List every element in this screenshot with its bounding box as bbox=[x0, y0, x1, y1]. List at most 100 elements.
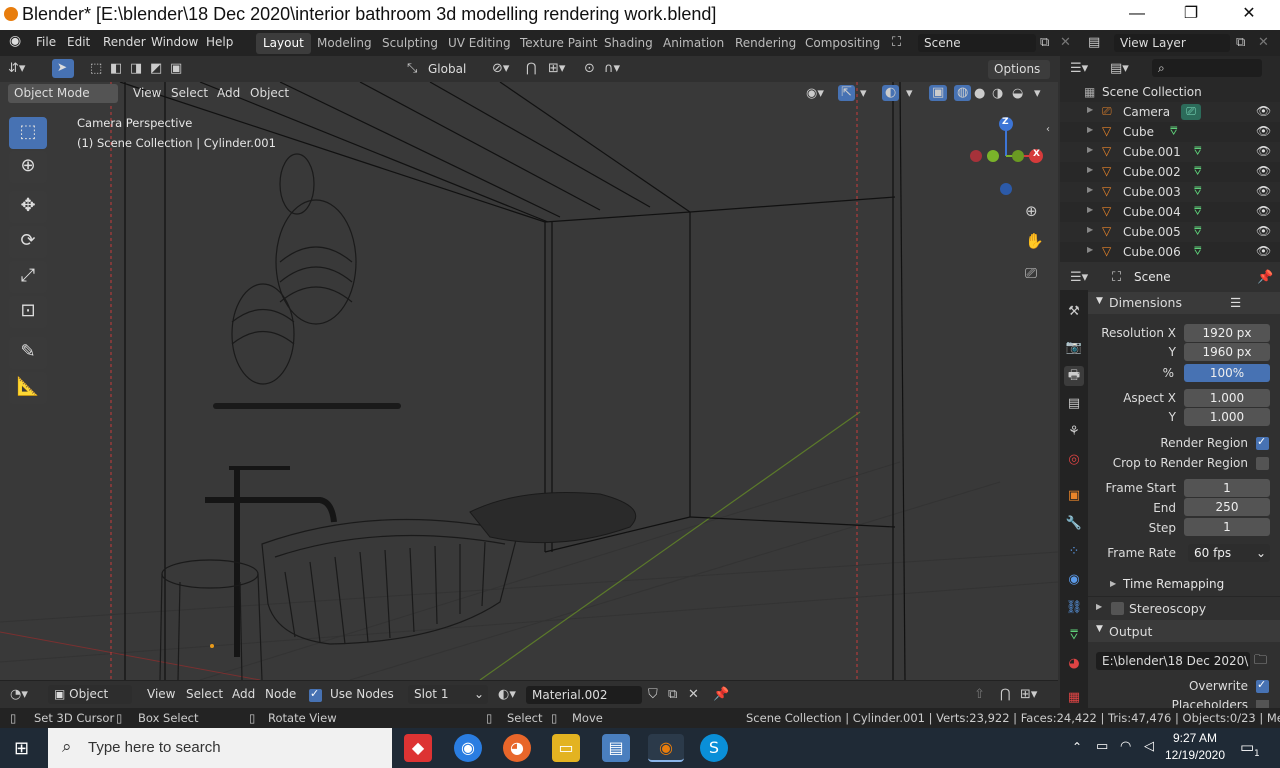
new-view-layer-icon[interactable]: ⧉ bbox=[1236, 35, 1245, 51]
overlays-toggle-icon[interactable]: ◐ bbox=[882, 85, 900, 101]
parent-node-tree-icon[interactable]: ⇧ bbox=[974, 687, 985, 703]
visibility-icon[interactable]: ◉▾ bbox=[806, 86, 824, 102]
eye-icon[interactable]: 👁 bbox=[1256, 244, 1271, 258]
navigation-gizmo[interactable]: Z X bbox=[962, 114, 1052, 204]
physics-tab-icon[interactable]: ◉ bbox=[1064, 570, 1084, 590]
output-tab-icon[interactable]: 🖶 bbox=[1064, 366, 1084, 386]
select-mode-extend-icon[interactable]: ◧ bbox=[110, 61, 122, 77]
rendered-shading-icon[interactable]: ◒ bbox=[1012, 86, 1023, 102]
clock-time[interactable]: 9:27 AM bbox=[1168, 731, 1222, 745]
pivot-point-icon[interactable]: ⊘▾ bbox=[492, 61, 509, 77]
chrome-app-icon[interactable]: ◉ bbox=[454, 734, 482, 762]
view-layer-icon[interactable]: ▤ bbox=[1088, 35, 1100, 51]
select-mode-new-icon[interactable]: ⬚ bbox=[90, 61, 102, 77]
presets-icon[interactable]: ☰ bbox=[1230, 295, 1241, 310]
aspect-x-field[interactable]: 1.000 bbox=[1184, 389, 1270, 407]
object-mode-dropdown[interactable]: Object Mode bbox=[8, 84, 118, 103]
scene-name-field[interactable]: Scene bbox=[918, 34, 1036, 52]
close-button[interactable]: ✕ bbox=[1226, 2, 1272, 28]
tab-modeling[interactable]: Modeling bbox=[310, 33, 379, 54]
eye-icon[interactable]: 👁 bbox=[1256, 204, 1271, 218]
pan-hand-icon[interactable]: ✋ bbox=[1025, 233, 1044, 249]
proportional-falloff-icon[interactable]: ∩▾ bbox=[604, 61, 620, 77]
expand-icon[interactable]: ▶ bbox=[1087, 225, 1093, 234]
outliner-row-cube-003[interactable]: ▶ ▽ Cube.003 ⩢ 👁 bbox=[1060, 182, 1280, 202]
stereoscopy-checkbox[interactable] bbox=[1111, 602, 1124, 615]
outliner-row-cube-005[interactable]: ▶ ▽ Cube.005 ⩢ 👁 bbox=[1060, 222, 1280, 242]
sidebar-toggle-icon[interactable]: ‹ bbox=[1046, 122, 1050, 138]
view-layer-field[interactable]: View Layer bbox=[1114, 34, 1230, 52]
crop-render-region-checkbox[interactable] bbox=[1256, 457, 1269, 470]
outliner-row-cube-002[interactable]: ▶ ▽ Cube.002 ⩢ 👁 bbox=[1060, 162, 1280, 182]
object-tab-icon[interactable]: ▣ bbox=[1064, 486, 1084, 506]
snap-toggle-icon[interactable]: ⋂ bbox=[526, 61, 537, 77]
show-hidden-icons-icon[interactable]: ⌃ bbox=[1072, 740, 1082, 754]
pin-icon[interactable]: 📌 bbox=[713, 687, 729, 703]
use-nodes-checkbox[interactable] bbox=[309, 687, 322, 702]
snap-icon[interactable]: ⋂ bbox=[1000, 687, 1011, 703]
viewport-menu-view[interactable]: View bbox=[133, 86, 161, 100]
duplicate-material-icon[interactable]: ⧉ bbox=[668, 687, 677, 703]
constraints-tab-icon[interactable]: ⛓ bbox=[1064, 598, 1084, 618]
render-region-checkbox[interactable] bbox=[1256, 435, 1269, 450]
move-tool[interactable]: ✥ bbox=[9, 191, 47, 223]
volume-icon[interactable]: ◁ bbox=[1144, 739, 1154, 754]
resolution-x-field[interactable]: 1920 px bbox=[1184, 324, 1270, 342]
expand-icon[interactable]: ▶ bbox=[1087, 145, 1093, 154]
tab-layout[interactable]: Layout bbox=[256, 33, 311, 54]
menu-edit[interactable]: Edit bbox=[67, 35, 90, 49]
expand-icon[interactable]: ▶ bbox=[1087, 205, 1093, 214]
tool-tab-icon[interactable]: ⚒ bbox=[1064, 302, 1084, 322]
node-menu-select[interactable]: Select bbox=[186, 687, 223, 701]
select-mode-intersect-icon[interactable]: ▣ bbox=[170, 61, 182, 77]
overlays-dropdown-icon[interactable]: ▾ bbox=[906, 86, 913, 102]
eye-icon[interactable]: 👁 bbox=[1256, 144, 1271, 158]
eye-icon[interactable]: 👁 bbox=[1256, 104, 1271, 118]
tab-animation[interactable]: Animation bbox=[656, 33, 731, 54]
gizmo-dropdown-icon[interactable]: ▾ bbox=[860, 86, 867, 102]
snap-element-dropdown-icon[interactable]: ⊞▾ bbox=[1020, 687, 1037, 703]
render-tab-icon[interactable]: 📷 bbox=[1064, 338, 1084, 358]
scene-tab-icon[interactable]: ⚘ bbox=[1064, 422, 1084, 442]
minimize-button[interactable]: — bbox=[1114, 2, 1160, 28]
3d-viewport[interactable] bbox=[0, 82, 1058, 680]
stereoscopy-section-header[interactable]: ▶ Stereoscopy bbox=[1088, 596, 1280, 618]
node-menu-add[interactable]: Add bbox=[232, 687, 255, 701]
expand-icon[interactable]: ▶ bbox=[1087, 185, 1093, 194]
tab-rendering[interactable]: Rendering bbox=[728, 33, 803, 54]
expand-icon[interactable]: ▶ bbox=[1087, 165, 1093, 174]
resolution-percent-field[interactable]: 100% bbox=[1184, 364, 1270, 382]
node-menu-node[interactable]: Node bbox=[265, 687, 296, 701]
material-browse-icon[interactable]: ◐▾ bbox=[498, 687, 516, 703]
maximize-button[interactable]: ❐ bbox=[1168, 2, 1214, 28]
notification-center-icon[interactable]: ▭ bbox=[1240, 738, 1254, 756]
blender-app-icon[interactable]: ◉ bbox=[648, 734, 684, 762]
eye-icon[interactable]: 👁 bbox=[1256, 124, 1271, 138]
material-shading-icon[interactable]: ◑ bbox=[992, 86, 1003, 102]
outliner-search-input[interactable]: ⌕ bbox=[1152, 59, 1262, 77]
firefox-app-icon[interactable]: ◕ bbox=[503, 734, 531, 762]
material-tab-icon[interactable]: ◕ bbox=[1064, 654, 1084, 674]
aspect-y-field[interactable]: 1.000 bbox=[1184, 408, 1270, 426]
particles-tab-icon[interactable]: ⁘ bbox=[1064, 542, 1084, 562]
tab-uv-editing[interactable]: UV Editing bbox=[441, 33, 518, 54]
overwrite-checkbox[interactable] bbox=[1256, 678, 1269, 693]
skype-app-icon[interactable]: S bbox=[700, 734, 728, 762]
delete-view-layer-icon[interactable]: ✕ bbox=[1258, 35, 1269, 51]
placeholders-checkbox[interactable] bbox=[1256, 700, 1269, 708]
outliner-row-cube-004[interactable]: ▶ ▽ Cube.004 ⩢ 👁 bbox=[1060, 202, 1280, 222]
viewport-menu-add[interactable]: Add bbox=[217, 86, 240, 100]
world-tab-icon[interactable]: ◎ bbox=[1064, 450, 1084, 470]
file-explorer-app-icon[interactable]: ▭ bbox=[552, 734, 580, 762]
expand-icon[interactable]: ▶ bbox=[1087, 245, 1093, 254]
viewport-menu-select[interactable]: Select bbox=[171, 86, 208, 100]
frame-end-field[interactable]: 250 bbox=[1184, 498, 1270, 516]
outliner-row-cube-001[interactable]: ▶ ▽ Cube.001 ⩢ 👁 bbox=[1060, 142, 1280, 162]
select-mode-subtract-icon[interactable]: ◨ bbox=[130, 61, 142, 77]
expand-icon[interactable]: ▶ bbox=[1087, 105, 1093, 114]
material-name-field[interactable]: Material.002 bbox=[526, 686, 642, 704]
view-layer-tab-icon[interactable]: ▤ bbox=[1064, 394, 1084, 414]
eye-icon[interactable]: 👁 bbox=[1256, 184, 1271, 198]
output-path-input[interactable]: E:\blender\18 Dec 2020\ bbox=[1096, 652, 1250, 670]
outliner-row-scene-collection[interactable]: ▦ Scene Collection bbox=[1060, 82, 1280, 102]
